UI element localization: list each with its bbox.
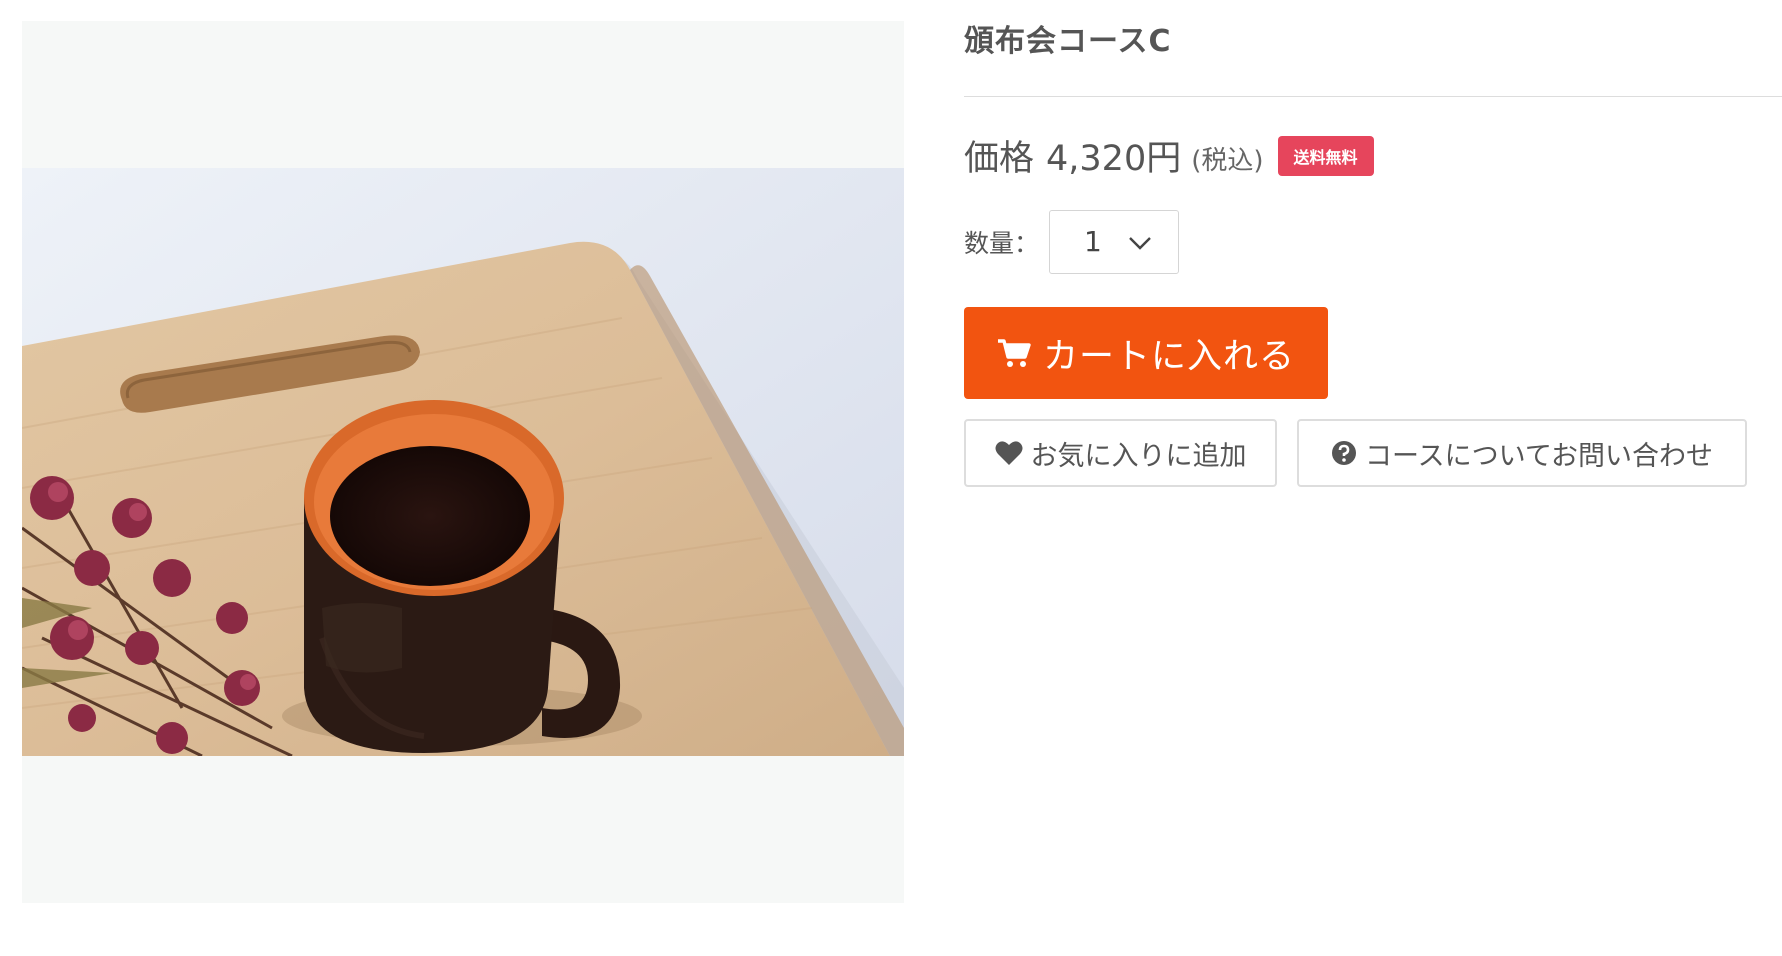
quantity-value: 1 (1084, 225, 1102, 258)
product-title: 頒布会コースC (964, 24, 1172, 59)
course-inquiry-button[interactable]: コースについてお問い合わせ (1297, 419, 1747, 487)
product-page: 頒布会コースC 価格 4,320円 (税込) 送料無料 数量： 1 カートに入れ… (0, 0, 1782, 956)
price-row: 価格 4,320円 (税込) 送料無料 (964, 130, 1374, 181)
product-photo (22, 168, 904, 756)
add-to-favorites-button[interactable]: お気に入りに追加 (964, 419, 1277, 487)
tax-note: (税込) (1191, 146, 1264, 176)
add-to-cart-label: カートに入れる (1042, 336, 1295, 377)
free-shipping-badge: 送料無料 (1277, 135, 1374, 176)
course-inquiry-label: コースについてお問い合わせ (1364, 440, 1714, 472)
chevron-down-icon (1128, 235, 1152, 254)
question-circle-icon (1331, 440, 1357, 466)
add-to-cart-button[interactable]: カートに入れる (964, 307, 1328, 399)
quantity-row: 数量： 1 (964, 210, 1180, 274)
quantity-label: 数量： (964, 229, 1040, 258)
add-to-favorites-label: お気に入りに追加 (1030, 440, 1247, 472)
product-image-frame (22, 21, 904, 903)
quantity-select[interactable]: 1 (1049, 210, 1180, 274)
secondary-actions: お気に入りに追加 コースについてお問い合わせ (964, 419, 1747, 487)
coffee-cup-photo (22, 168, 904, 756)
price-value: 4,320円 (1046, 139, 1182, 179)
price-label: 価格 (964, 139, 1035, 179)
cart-icon (997, 338, 1031, 368)
title-divider (964, 96, 1782, 97)
heart-icon (995, 440, 1023, 466)
